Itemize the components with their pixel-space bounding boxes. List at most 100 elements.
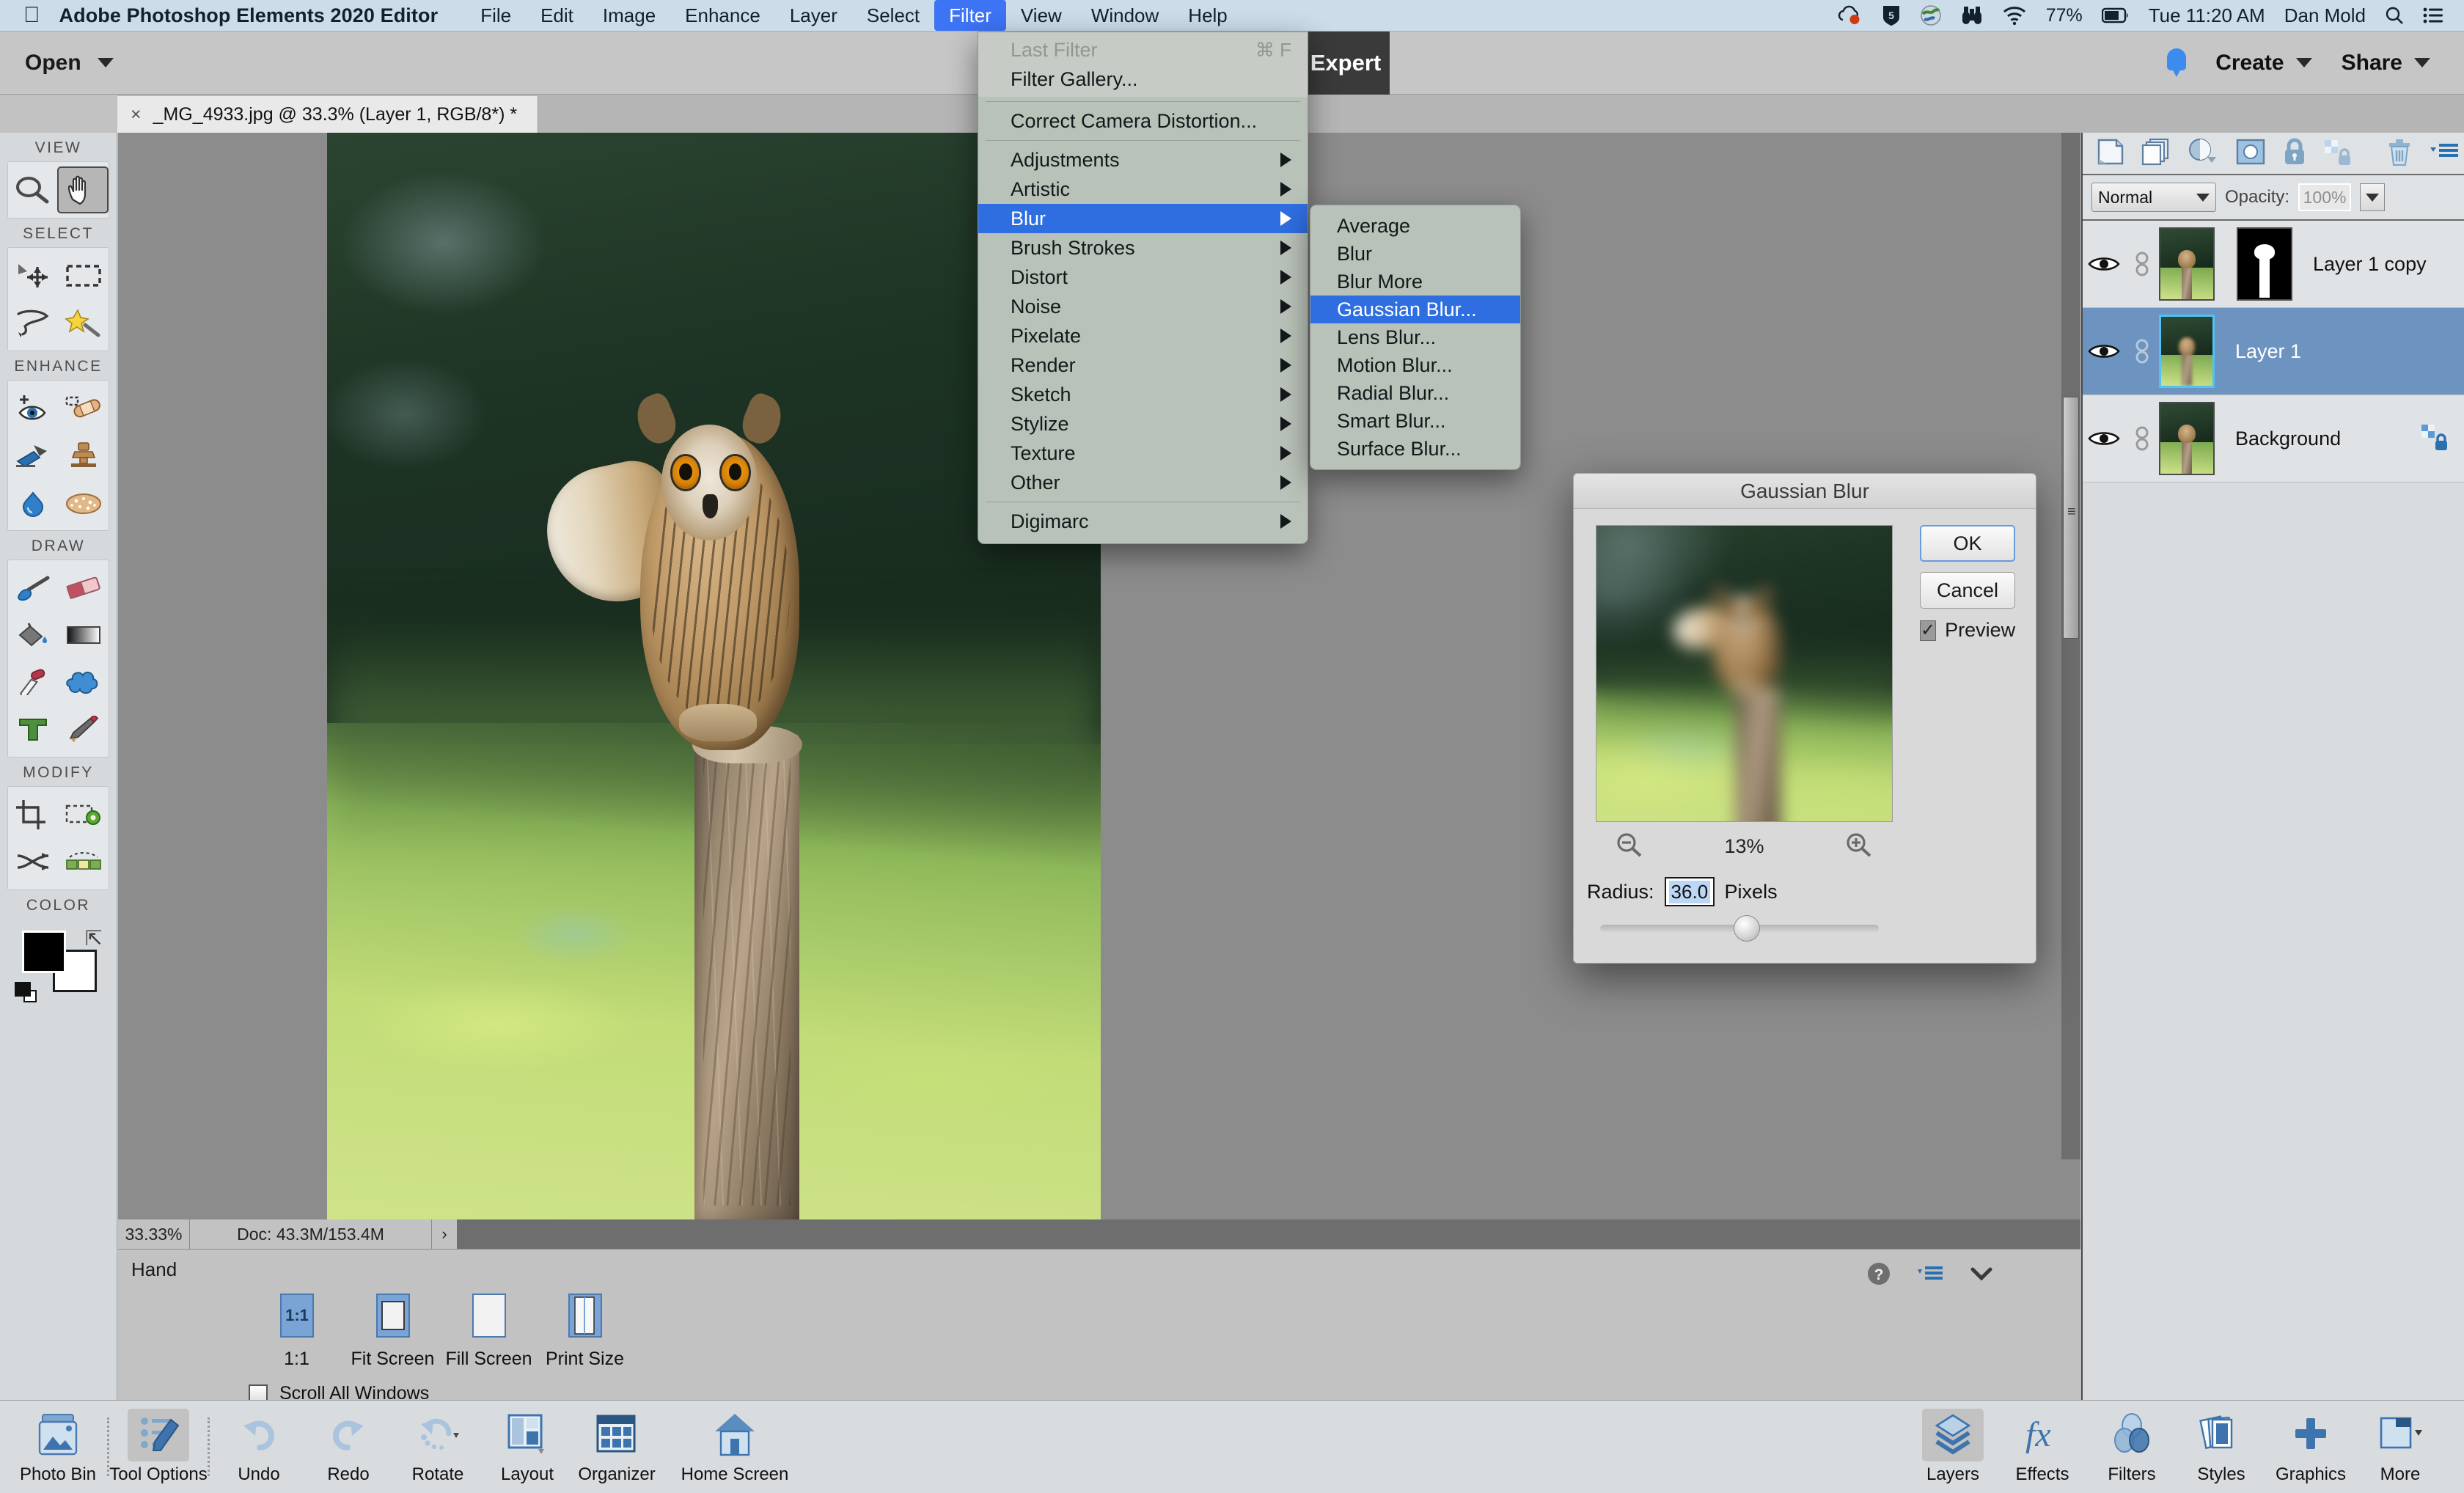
- layer-visibility-toggle[interactable]: [2083, 429, 2125, 448]
- submenu-item-blur-more[interactable]: Blur More: [1310, 268, 1520, 296]
- wifi-icon[interactable]: [2002, 6, 2027, 25]
- menu-item-texture[interactable]: Texture: [978, 439, 1308, 468]
- submenu-item-motion-blur[interactable]: Motion Blur...: [1310, 351, 1520, 379]
- menu-item-distort[interactable]: Distort: [978, 263, 1308, 292]
- submenu-item-surface-blur[interactable]: Surface Blur...: [1310, 435, 1520, 463]
- submenu-item-gaussian-blur[interactable]: Gaussian Blur...: [1310, 296, 1520, 323]
- foreground-color-swatch[interactable]: [21, 931, 66, 973]
- open-button[interactable]: Open: [25, 51, 114, 76]
- dialog-preview[interactable]: [1596, 525, 1893, 822]
- magnifier-minus-icon[interactable]: [1615, 832, 1644, 862]
- menu-item-sketch[interactable]: Sketch: [978, 380, 1308, 409]
- menu-bar-username[interactable]: Dan Mold: [2284, 4, 2366, 27]
- rectangular-marquee-tool[interactable]: [59, 252, 109, 299]
- default-colors-icon[interactable]: [14, 982, 40, 1004]
- magnifier-plus-icon[interactable]: [1844, 832, 1874, 862]
- menu-item-other[interactable]: Other: [978, 468, 1308, 497]
- layer-name[interactable]: Layer 1 copy: [2313, 253, 2427, 276]
- menu-window[interactable]: Window: [1077, 0, 1173, 31]
- canvas-vertical-scrollbar[interactable]: [2061, 133, 2080, 1159]
- creative-cloud-icon[interactable]: [1836, 5, 1863, 26]
- opacity-dropdown-button[interactable]: [2360, 183, 2386, 211]
- scrollbar-thumb-vertical[interactable]: [2063, 397, 2079, 639]
- swap-colors-icon[interactable]: ⇱: [85, 926, 102, 950]
- layer-link-toggle[interactable]: [2125, 425, 2159, 452]
- status-zoom-level[interactable]: 33.33%: [118, 1219, 190, 1249]
- more-panel-button[interactable]: More: [2355, 1409, 2445, 1485]
- lock-transparency-icon[interactable]: [2323, 137, 2354, 170]
- table-row[interactable]: Background: [2083, 395, 2464, 483]
- fill-screen-button[interactable]: Fill Screen: [441, 1291, 537, 1370]
- pencil-tool[interactable]: [59, 705, 109, 752]
- menu-filter[interactable]: Filter: [934, 0, 1006, 31]
- globe-icon[interactable]: [1920, 4, 1942, 26]
- menu-help[interactable]: Help: [1173, 0, 1242, 31]
- print-size-button[interactable]: Print Size: [537, 1291, 633, 1370]
- styles-panel-button[interactable]: Styles: [2177, 1409, 2266, 1485]
- type-tool[interactable]: [8, 705, 59, 752]
- table-row[interactable]: Layer 1 copy: [2083, 221, 2464, 308]
- table-row[interactable]: Layer 1: [2083, 308, 2464, 395]
- redo-button[interactable]: Redo: [304, 1409, 393, 1485]
- crop-tool[interactable]: [8, 791, 59, 838]
- help-icon[interactable]: ?: [1866, 1261, 1891, 1290]
- recompose-tool[interactable]: [59, 791, 109, 838]
- menu-select[interactable]: Select: [852, 0, 934, 31]
- layer-name[interactable]: Background: [2235, 428, 2341, 450]
- new-layer-icon[interactable]: [2096, 137, 2125, 170]
- layer-link-toggle[interactable]: [2125, 338, 2159, 364]
- share-button[interactable]: Share: [2342, 51, 2430, 76]
- filters-panel-button[interactable]: Filters: [2087, 1409, 2177, 1485]
- collapse-chevron-icon[interactable]: [1970, 1265, 1992, 1286]
- quick-selection-tool[interactable]: [59, 299, 109, 346]
- menu-item-render[interactable]: Render: [978, 351, 1308, 380]
- fit-screen-button[interactable]: Fit Screen: [345, 1291, 441, 1370]
- menu-item-adjustments[interactable]: Adjustments: [978, 145, 1308, 175]
- organizer-button[interactable]: Organizer: [572, 1409, 661, 1485]
- menu-item-filter-gallery[interactable]: Filter Gallery...: [978, 65, 1308, 94]
- layer-thumbnail[interactable]: [2159, 227, 2215, 301]
- graphics-panel-button[interactable]: Graphics: [2266, 1409, 2355, 1485]
- menu-item-brush-strokes[interactable]: Brush Strokes: [978, 233, 1308, 263]
- layer-mask-icon[interactable]: [2235, 138, 2266, 169]
- menu-item-artistic[interactable]: Artistic: [978, 175, 1308, 204]
- create-button[interactable]: Create: [2215, 51, 2312, 76]
- red-eye-removal-tool[interactable]: [8, 385, 59, 432]
- custom-shape-tool[interactable]: [59, 659, 109, 705]
- close-icon[interactable]: ×: [131, 104, 142, 125]
- menu-enhance[interactable]: Enhance: [670, 0, 775, 31]
- opacity-value[interactable]: 100%: [2298, 183, 2352, 211]
- zoom-1to1-button[interactable]: 1:1 1:1: [249, 1291, 345, 1370]
- layer-mask-thumbnail[interactable]: [2237, 227, 2292, 301]
- rotate-button[interactable]: Rotate: [393, 1409, 483, 1485]
- submenu-item-blur[interactable]: Blur: [1310, 240, 1520, 268]
- paint-bucket-tool[interactable]: [8, 612, 59, 659]
- submenu-item-lens-blur[interactable]: Lens Blur...: [1310, 323, 1520, 351]
- gradient-tool[interactable]: [59, 612, 109, 659]
- menu-item-last-filter[interactable]: Last Filter ⌘ F: [978, 35, 1308, 65]
- spot-healing-brush-tool[interactable]: [59, 385, 109, 432]
- menu-image[interactable]: Image: [588, 0, 670, 31]
- eraser-tool[interactable]: [59, 565, 109, 612]
- status-expand-arrow[interactable]: ›: [432, 1219, 457, 1249]
- spotlight-search-icon[interactable]: [2385, 6, 2404, 25]
- straighten-tool[interactable]: [59, 838, 109, 885]
- layout-button[interactable]: Layout: [483, 1409, 572, 1485]
- layer-thumbnail[interactable]: [2159, 315, 2215, 388]
- layer-visibility-toggle[interactable]: [2083, 342, 2125, 361]
- color-picker-tool[interactable]: [8, 659, 59, 705]
- radius-input[interactable]: 36.0: [1664, 877, 1715, 906]
- lasso-tool[interactable]: [8, 299, 59, 346]
- move-tool[interactable]: [8, 252, 59, 299]
- effects-panel-button[interactable]: fx Effects: [1998, 1409, 2087, 1485]
- control-center-icon[interactable]: [2423, 7, 2443, 23]
- undo-button[interactable]: Undo: [214, 1409, 304, 1485]
- brush-tool[interactable]: [8, 565, 59, 612]
- apple-logo-icon[interactable]: : [23, 4, 40, 26]
- submenu-item-smart-blur[interactable]: Smart Blur...: [1310, 407, 1520, 435]
- ok-button[interactable]: OK: [1920, 525, 2015, 562]
- bell-icon[interactable]: [2167, 48, 2187, 78]
- mode-tab-expert[interactable]: Expert: [1302, 32, 1390, 95]
- layer-thumbnail[interactable]: [2159, 402, 2215, 475]
- shield-5-icon[interactable]: 5: [1882, 4, 1901, 26]
